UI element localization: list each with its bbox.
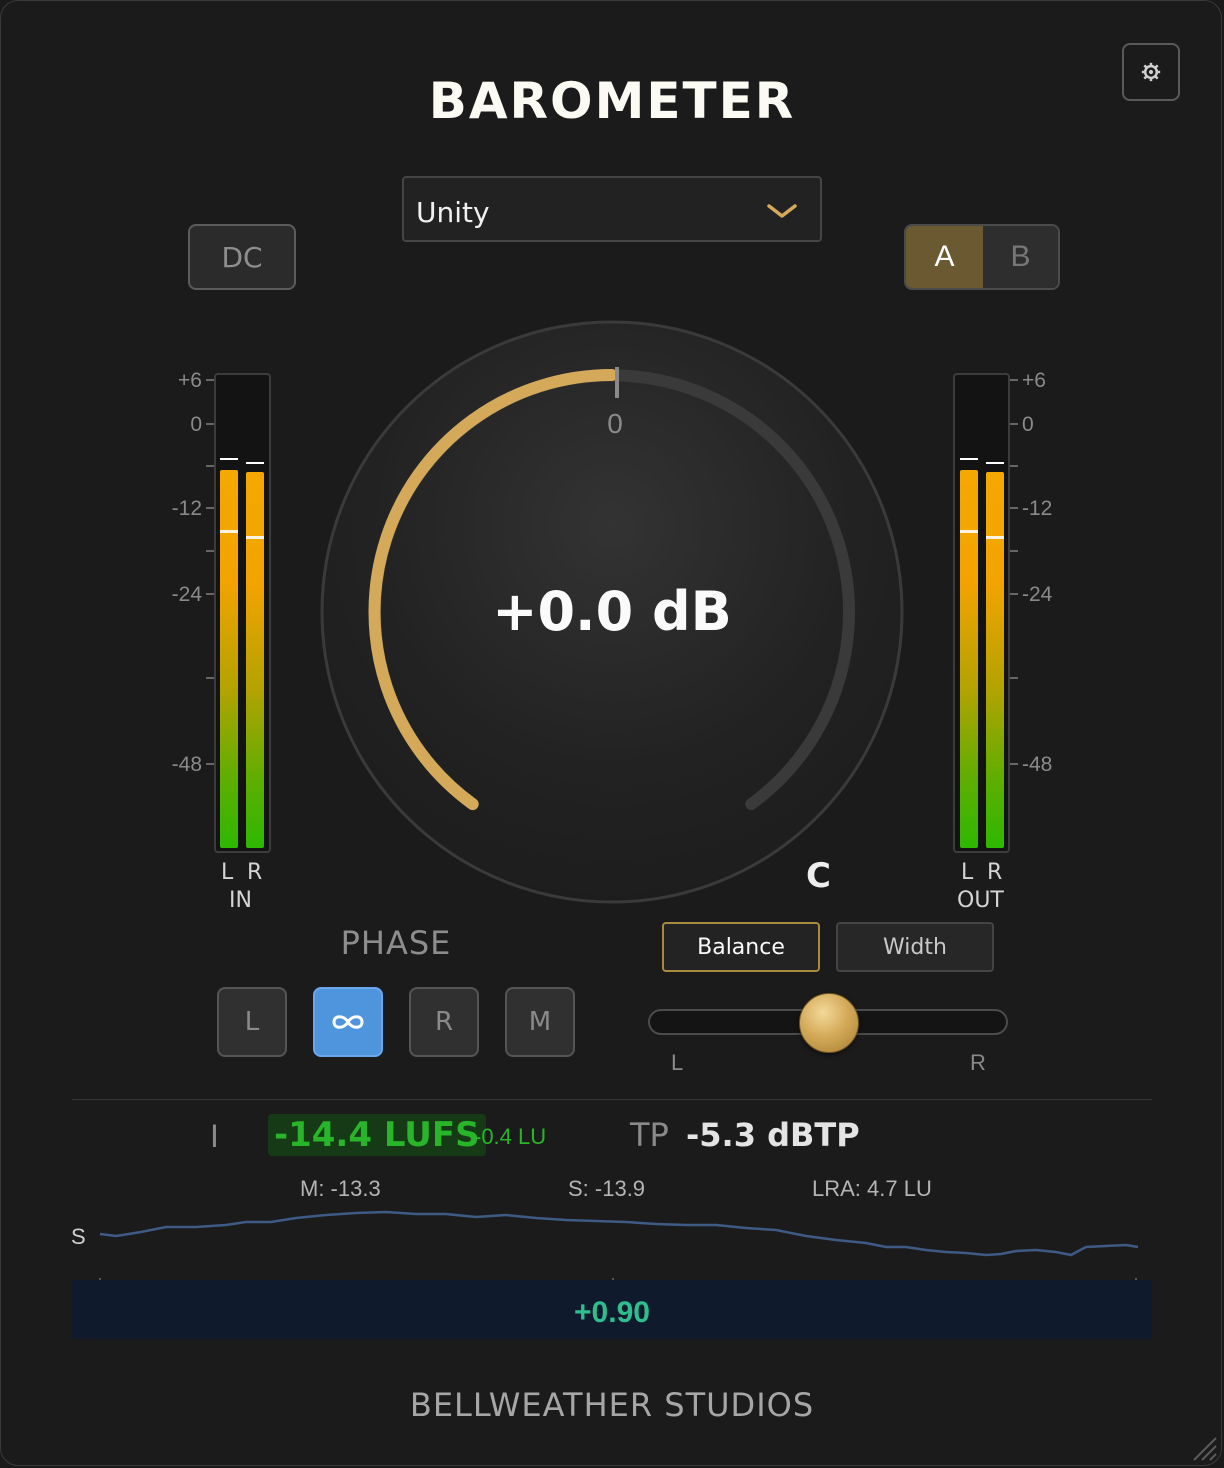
input-meter-right-bar xyxy=(246,472,264,848)
true-peak-value: -5.3 dBTP xyxy=(686,1116,860,1154)
preset-dropdown[interactable]: Unity xyxy=(402,176,822,242)
gear-icon xyxy=(1141,62,1161,82)
input-scale-label: -24 xyxy=(171,583,202,606)
input-meter-left-bar xyxy=(220,470,238,848)
phase-link-button[interactable]: ∞ xyxy=(313,987,383,1057)
input-scale-label: -48 xyxy=(171,753,202,776)
output-left-label: L xyxy=(961,860,974,885)
preset-selected-value: Unity xyxy=(416,196,490,229)
output-right-rms-marker xyxy=(986,536,1004,539)
correlation-value: +0.90 xyxy=(574,1296,650,1329)
output-scale-label: +6 xyxy=(1022,369,1046,392)
input-caption: IN xyxy=(229,888,252,913)
balance-mode-button[interactable]: Balance xyxy=(662,922,820,972)
pan-right-label: R xyxy=(970,1050,986,1075)
input-scale-label: -12 xyxy=(171,497,202,520)
input-right-rms-marker xyxy=(246,536,264,539)
ab-toggle: A B xyxy=(904,224,1060,290)
output-right-peak-hold xyxy=(986,462,1004,464)
lufs-delta: -0.4 LU xyxy=(474,1124,547,1149)
momentary-loudness: M: -13.3 xyxy=(300,1176,381,1201)
phase-title: PHASE xyxy=(340,924,452,962)
phase-left-button[interactable]: L xyxy=(217,987,287,1057)
gain-value: +0.0 dB xyxy=(492,580,732,643)
input-right-peak-hold xyxy=(246,462,264,464)
input-left-rms-marker xyxy=(220,530,238,533)
pan-position-label: C xyxy=(806,856,831,896)
ab-a-button[interactable]: A xyxy=(906,226,983,288)
knob-zero-label: 0 xyxy=(607,408,623,439)
ab-b-button[interactable]: B xyxy=(983,226,1058,288)
settings-button[interactable] xyxy=(1122,43,1180,101)
brand-footer: BELLWEATHER STUDIOS xyxy=(409,1386,815,1424)
output-right-label: R xyxy=(987,860,1003,885)
input-right-label: R xyxy=(247,860,263,885)
loudness-range: LRA: 4.7 LU xyxy=(812,1176,932,1201)
phase-mono-button[interactable]: M xyxy=(505,987,575,1057)
input-left-label: L xyxy=(221,860,234,885)
history-label: S xyxy=(71,1224,86,1249)
output-scale-label: -12 xyxy=(1022,497,1053,520)
input-scale-label: 0 xyxy=(190,413,202,436)
short-term-loudness: S: -13.9 xyxy=(568,1176,646,1201)
plugin-title: BAROMETER xyxy=(428,72,796,130)
input-left-peak-hold xyxy=(220,458,238,460)
output-caption: OUT xyxy=(957,888,1004,913)
output-scale-label: -48 xyxy=(1022,753,1053,776)
resize-grip-icon[interactable] xyxy=(1186,1430,1218,1462)
output-meter-left-bar xyxy=(960,470,978,848)
loudness-history-graph xyxy=(99,1210,1139,1282)
output-meter-right-bar xyxy=(986,472,1004,848)
chevron-down-icon xyxy=(767,204,797,218)
integrated-lufs: -14.4 LUFS xyxy=(268,1114,486,1156)
link-infinity-icon xyxy=(332,1015,364,1029)
output-scale-label: -24 xyxy=(1022,583,1053,606)
output-left-rms-marker xyxy=(960,530,978,533)
integrated-label: I xyxy=(210,1118,219,1154)
width-mode-button[interactable]: Width xyxy=(836,922,994,972)
input-scale-label: +6 xyxy=(178,369,202,392)
section-divider xyxy=(72,1099,1152,1100)
pan-slider-thumb[interactable] xyxy=(799,993,859,1053)
output-left-peak-hold xyxy=(960,458,978,460)
phase-right-button[interactable]: R xyxy=(409,987,479,1057)
pan-left-label: L xyxy=(671,1050,684,1075)
output-scale-label: 0 xyxy=(1022,413,1034,436)
dc-button[interactable]: DC xyxy=(188,224,296,290)
true-peak-label: TP xyxy=(630,1116,669,1154)
